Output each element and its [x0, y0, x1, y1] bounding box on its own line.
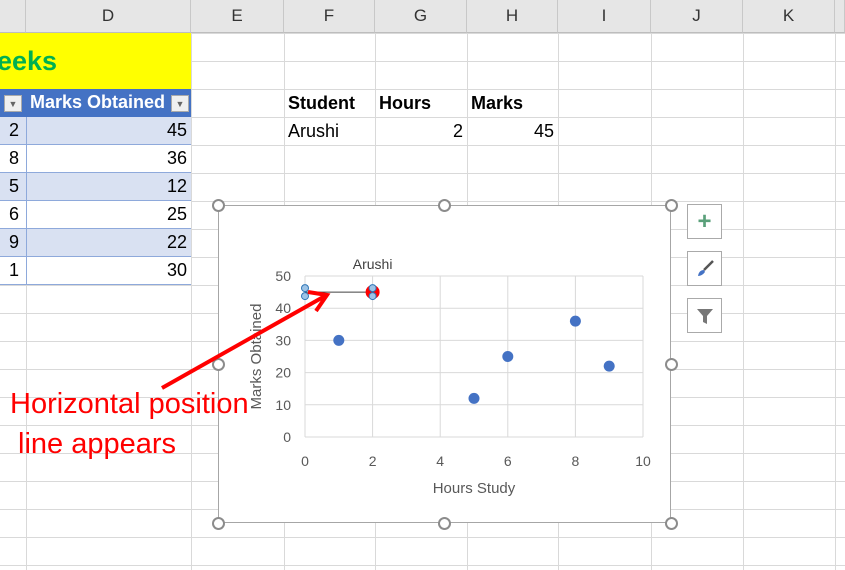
annotation-line1: Horizontal position [10, 388, 249, 420]
annotation-arrow [161, 290, 331, 390]
annotation-line2: line appears [18, 428, 176, 460]
